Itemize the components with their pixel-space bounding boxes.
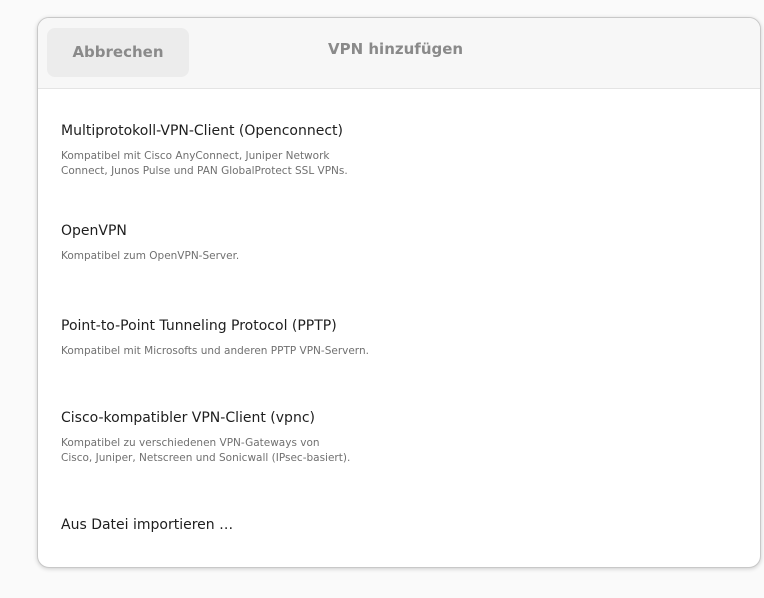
vpn-option-description: Kompatibel mit Microsofts und anderen PP… [61,345,369,357]
vpn-option-title: Cisco-kompatibler VPN-Client (vpnc) [61,410,315,426]
import-from-file-label: Aus Datei importieren … [61,517,234,533]
vpn-option-description: Kompatibel zum OpenVPN-Server. [61,250,240,262]
cancel-button[interactable]: Abbrechen [47,28,189,77]
dialog-title: VPN hinzufügen [328,40,464,58]
vpn-option-openconnect[interactable]: Multiprotokoll-VPN-Client (Openconnect) … [38,122,760,179]
dialog-header: Abbrechen VPN hinzufügen [38,18,760,89]
vpn-option-pptp[interactable]: Point-to-Point Tunneling Protocol (PPTP)… [38,317,760,359]
vpn-option-vpnc[interactable]: Cisco-kompatibler VPN-Client (vpnc) Komp… [38,409,760,466]
vpn-option-openvpn[interactable]: OpenVPN Kompatibel zum OpenVPN-Server. [38,222,760,264]
vpn-option-title: OpenVPN [61,223,127,239]
vpn-option-title: Point-to-Point Tunneling Protocol (PPTP) [61,318,337,334]
add-vpn-dialog: Abbrechen VPN hinzufügen Multiprotokoll-… [37,17,761,568]
vpn-option-title: Multiprotokoll-VPN-Client (Openconnect) [61,123,344,139]
import-from-file-option[interactable]: Aus Datei importieren … [38,516,760,534]
vpn-option-description: Kompatibel mit Cisco AnyConnect, Juniper… [61,150,348,177]
vpn-option-description: Kompatibel zu verschiedenen VPN-Gateways… [61,437,351,464]
